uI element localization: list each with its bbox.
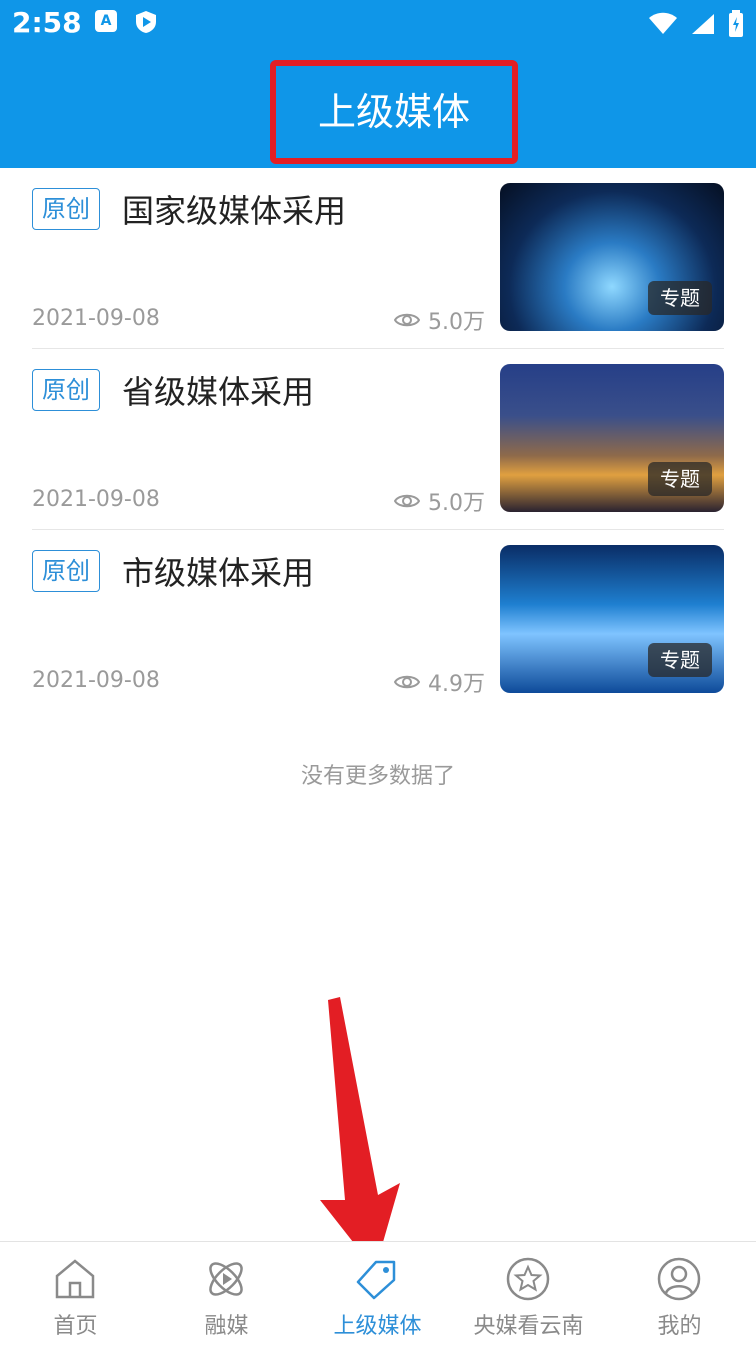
views-value: 5.0万 bbox=[428, 310, 485, 335]
tab-label: 融媒 bbox=[204, 1314, 249, 1339]
item-title: 市级媒体采用 bbox=[122, 554, 315, 592]
views-value: 4.9万 bbox=[428, 672, 485, 697]
tab-central-media-yunnan[interactable]: 央媒看云南 bbox=[453, 1242, 604, 1346]
tab-home[interactable]: 首页 bbox=[0, 1242, 151, 1346]
battery-icon bbox=[729, 10, 743, 37]
item-date: 2021-09-08 bbox=[32, 668, 160, 693]
view-count: 5.0万 bbox=[394, 304, 485, 336]
eye-icon bbox=[394, 494, 420, 508]
shield-play-icon bbox=[136, 11, 156, 33]
topic-badge: 专题 bbox=[648, 462, 712, 496]
page-title: 上级媒体 bbox=[317, 90, 470, 134]
item-title: 国家级媒体采用 bbox=[122, 192, 347, 230]
article-list: 原创 国家级媒体采用 2021-09-08 5.0万 专题 原创 省级媒体采用 … bbox=[0, 168, 756, 711]
list-item[interactable]: 原创 省级媒体采用 2021-09-08 5.0万 专题 bbox=[0, 349, 756, 530]
user-circle-icon bbox=[657, 1257, 701, 1301]
atom-play-icon bbox=[209, 1262, 243, 1296]
app-header: 上级媒体 bbox=[0, 52, 756, 168]
wifi-icon bbox=[649, 12, 677, 34]
red-arrow-annotation bbox=[320, 997, 400, 1270]
item-date: 2021-09-08 bbox=[32, 306, 160, 331]
tab-profile[interactable]: 我的 bbox=[604, 1242, 755, 1346]
status-time: 2:58 bbox=[12, 6, 82, 39]
view-count: 4.9万 bbox=[394, 666, 485, 698]
star-circle-icon bbox=[506, 1257, 550, 1301]
eye-icon bbox=[394, 675, 420, 689]
topic-badge: 专题 bbox=[648, 281, 712, 315]
tab-label: 首页 bbox=[53, 1314, 98, 1339]
tab-label: 上级媒体 bbox=[333, 1314, 422, 1339]
tab-superior-media[interactable]: 上级媒体 bbox=[302, 1242, 453, 1346]
topic-badge: 专题 bbox=[648, 643, 712, 677]
title-highlight-frame: 上级媒体 bbox=[270, 60, 518, 164]
original-tag: 原创 bbox=[32, 188, 100, 230]
list-item[interactable]: 原创 国家级媒体采用 2021-09-08 5.0万 专题 bbox=[0, 168, 756, 349]
item-thumbnail[interactable]: 专题 bbox=[500, 183, 724, 331]
signal-icon bbox=[692, 14, 714, 34]
item-thumbnail[interactable]: 专题 bbox=[500, 364, 724, 512]
tab-label: 我的 bbox=[657, 1314, 702, 1339]
tag-icon bbox=[356, 1260, 396, 1300]
list-item[interactable]: 原创 市级媒体采用 2021-09-08 4.9万 专题 bbox=[0, 530, 756, 711]
original-tag: 原创 bbox=[32, 369, 100, 411]
status-bar: 2:58 A bbox=[0, 0, 756, 52]
tab-media[interactable]: 融媒 bbox=[151, 1242, 302, 1346]
view-count: 5.0万 bbox=[394, 485, 485, 517]
bottom-tab-bar: 首页 融媒 上级媒体 央媒看云南 我的 bbox=[0, 1241, 756, 1346]
eye-icon bbox=[394, 313, 420, 327]
original-tag: 原创 bbox=[32, 550, 100, 592]
item-thumbnail[interactable]: 专题 bbox=[500, 545, 724, 693]
item-date: 2021-09-08 bbox=[32, 487, 160, 512]
home-icon bbox=[55, 1259, 95, 1299]
views-value: 5.0万 bbox=[428, 491, 485, 516]
item-title: 省级媒体采用 bbox=[122, 373, 315, 411]
list-end-text: 没有更多数据了 bbox=[300, 764, 455, 789]
a-icon: A bbox=[95, 10, 117, 32]
tab-label: 央媒看云南 bbox=[473, 1314, 584, 1339]
